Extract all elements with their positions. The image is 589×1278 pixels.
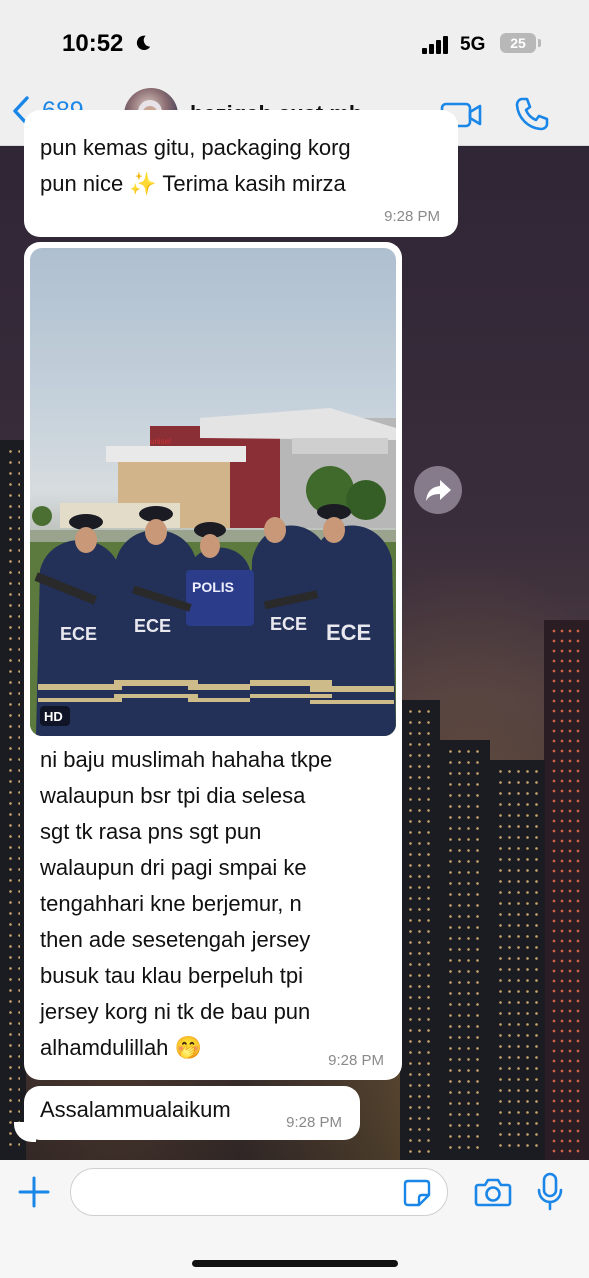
sticker-icon[interactable]: [402, 1178, 432, 1208]
wallpaper-building: [490, 760, 545, 1160]
message-line: pun kemas gitu, packaging korg: [40, 135, 351, 160]
focus-moon-icon: [136, 35, 151, 51]
battery-indicator: 25: [500, 33, 541, 53]
message-timestamp: 9:28 PM: [328, 1052, 384, 1069]
message-line: jersey korg ni tk de bau pun: [40, 999, 311, 1024]
forward-button[interactable]: [414, 466, 462, 514]
message-bubble[interactable]: unisel ECE ECE ECE ECE POLIS HD ni baju …: [24, 242, 402, 1080]
camera-icon[interactable]: [474, 1176, 512, 1208]
message-timestamp: 9:28 PM: [286, 1114, 342, 1131]
status-bar: 10:52 5G 25: [0, 0, 589, 86]
message-line: Assalammualaikum: [40, 1097, 231, 1122]
placard-text: POLIS: [192, 579, 234, 595]
message-line: walaupun bsr tpi dia selesa: [40, 783, 306, 808]
message-timestamp: 9:28 PM: [384, 208, 440, 225]
photo-image: unisel ECE ECE ECE ECE POLIS HD: [30, 408, 396, 736]
jersey-print: ECE: [326, 620, 371, 645]
plus-icon[interactable]: [16, 1174, 52, 1210]
wallpaper-building: [0, 440, 26, 1160]
cellular-signal-icon: [422, 36, 452, 54]
message-line: pun nice ✨ Terima kasih mirza: [40, 171, 346, 196]
hd-badge: HD: [44, 709, 63, 724]
jersey-print: ECE: [60, 624, 97, 644]
message-line: tengahhari kne berjemur, n: [40, 891, 302, 916]
jersey-print: ECE: [270, 614, 307, 634]
message-text: ni baju muslimah hahaha tkpe walaupun bs…: [40, 742, 390, 1066]
share-forward-icon: [426, 480, 451, 501]
status-time: 10:52: [62, 30, 124, 57]
message-line: sgt tk rasa pns sgt pun: [40, 819, 262, 844]
wallpaper-building: [544, 620, 589, 1160]
message-bubble[interactable]: Assalammualaikum 9:28 PM: [24, 1086, 360, 1140]
message-photo[interactable]: unisel ECE ECE ECE ECE POLIS HD: [30, 248, 396, 736]
wallpaper-building: [400, 700, 440, 1160]
message-text: pun kemas gitu, packaging korg pun nice …: [40, 130, 450, 202]
message-input[interactable]: [70, 1168, 448, 1216]
phone-icon[interactable]: [514, 96, 550, 132]
message-bubble[interactable]: pun kemas gitu, packaging korg pun nice …: [24, 110, 458, 237]
message-line: then ade sesetengah jersey: [40, 927, 311, 952]
message-line: busuk tau klau berpeluh tpi: [40, 963, 303, 988]
compose-bar: [0, 1160, 589, 1278]
jersey-print: ECE: [134, 616, 171, 636]
microphone-icon[interactable]: [536, 1172, 564, 1212]
network-type: 5G: [460, 34, 486, 55]
wallpaper-building: [440, 740, 490, 1160]
home-indicator: [192, 1260, 398, 1267]
message-line: ni baju muslimah hahaha tkpe: [40, 747, 333, 772]
building-sign: unisel: [150, 437, 171, 446]
message-line: walaupun dri pagi smpai ke: [40, 855, 307, 880]
